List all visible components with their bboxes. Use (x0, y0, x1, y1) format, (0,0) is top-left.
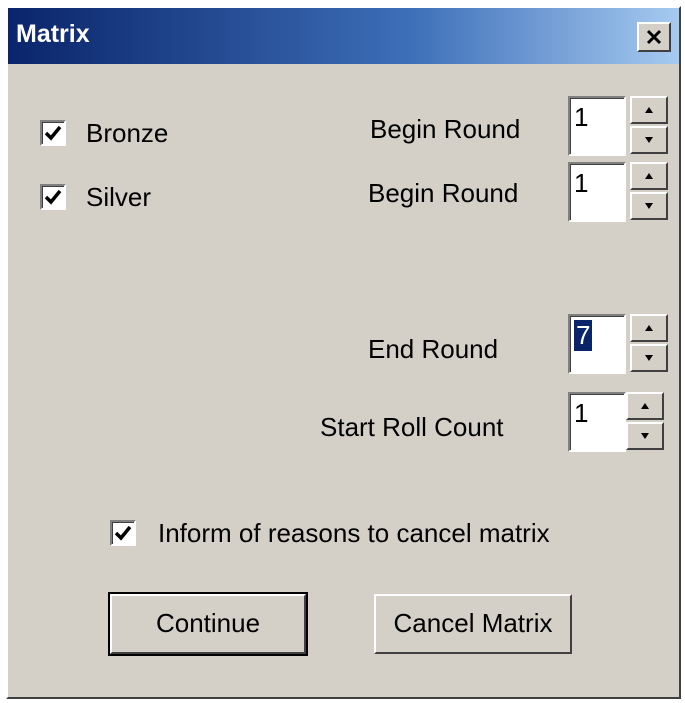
close-icon (646, 21, 662, 51)
window-title: Matrix (16, 20, 90, 48)
bronze-begin-round-down-button[interactable] (630, 126, 668, 154)
silver-begin-round-input[interactable]: 1 (568, 162, 626, 222)
arrow-down-icon (645, 203, 653, 209)
inform-reasons-checkbox[interactable] (110, 520, 136, 546)
start-roll-count-label: Start Roll Count (320, 412, 504, 442)
silver-label: Silver (86, 182, 152, 212)
matrix-dialog: Matrix Bronze Begin Round 1 Silver Begin… (6, 6, 681, 699)
arrow-down-icon (645, 355, 653, 361)
cancel-matrix-button[interactable]: Cancel Matrix (374, 594, 572, 654)
end-round-down-button[interactable] (630, 344, 668, 372)
bronze-begin-round-up-button[interactable] (630, 96, 668, 124)
title-bar[interactable]: Matrix (8, 8, 679, 64)
close-button[interactable] (637, 22, 671, 52)
silver-checkbox[interactable] (40, 184, 66, 210)
bronze-label: Bronze (86, 118, 169, 148)
arrow-up-icon (645, 325, 653, 331)
checkmark-icon (44, 189, 62, 205)
bronze-begin-round-input[interactable]: 1 (568, 96, 626, 156)
checkmark-icon (44, 125, 62, 141)
start-roll-count-up-button[interactable] (626, 392, 664, 420)
arrow-up-icon (641, 403, 649, 409)
bronze-begin-round-label: Begin Round (370, 114, 521, 144)
start-roll-count-input[interactable]: 1 (568, 392, 626, 452)
continue-button[interactable]: Continue (108, 592, 308, 656)
silver-begin-round-up-button[interactable] (630, 162, 668, 190)
start-roll-count-value: 1 (574, 398, 589, 428)
arrow-up-icon (645, 173, 653, 179)
arrow-up-icon (645, 107, 653, 113)
arrow-down-icon (645, 137, 653, 143)
end-round-up-button[interactable] (630, 314, 668, 342)
silver-begin-round-label: Begin Round (368, 178, 519, 208)
checkmark-icon (114, 525, 132, 541)
start-roll-count-down-button[interactable] (626, 422, 664, 450)
silver-begin-round-value: 1 (574, 168, 589, 198)
bronze-begin-round-value: 1 (574, 102, 589, 132)
end-round-input[interactable]: 7 (568, 314, 626, 374)
inform-reasons-label: Inform of reasons to cancel matrix (158, 518, 550, 548)
bronze-checkbox[interactable] (40, 120, 66, 146)
end-round-label: End Round (368, 334, 499, 364)
end-round-value: 7 (574, 320, 593, 351)
arrow-down-icon (641, 433, 649, 439)
silver-begin-round-down-button[interactable] (630, 192, 668, 220)
